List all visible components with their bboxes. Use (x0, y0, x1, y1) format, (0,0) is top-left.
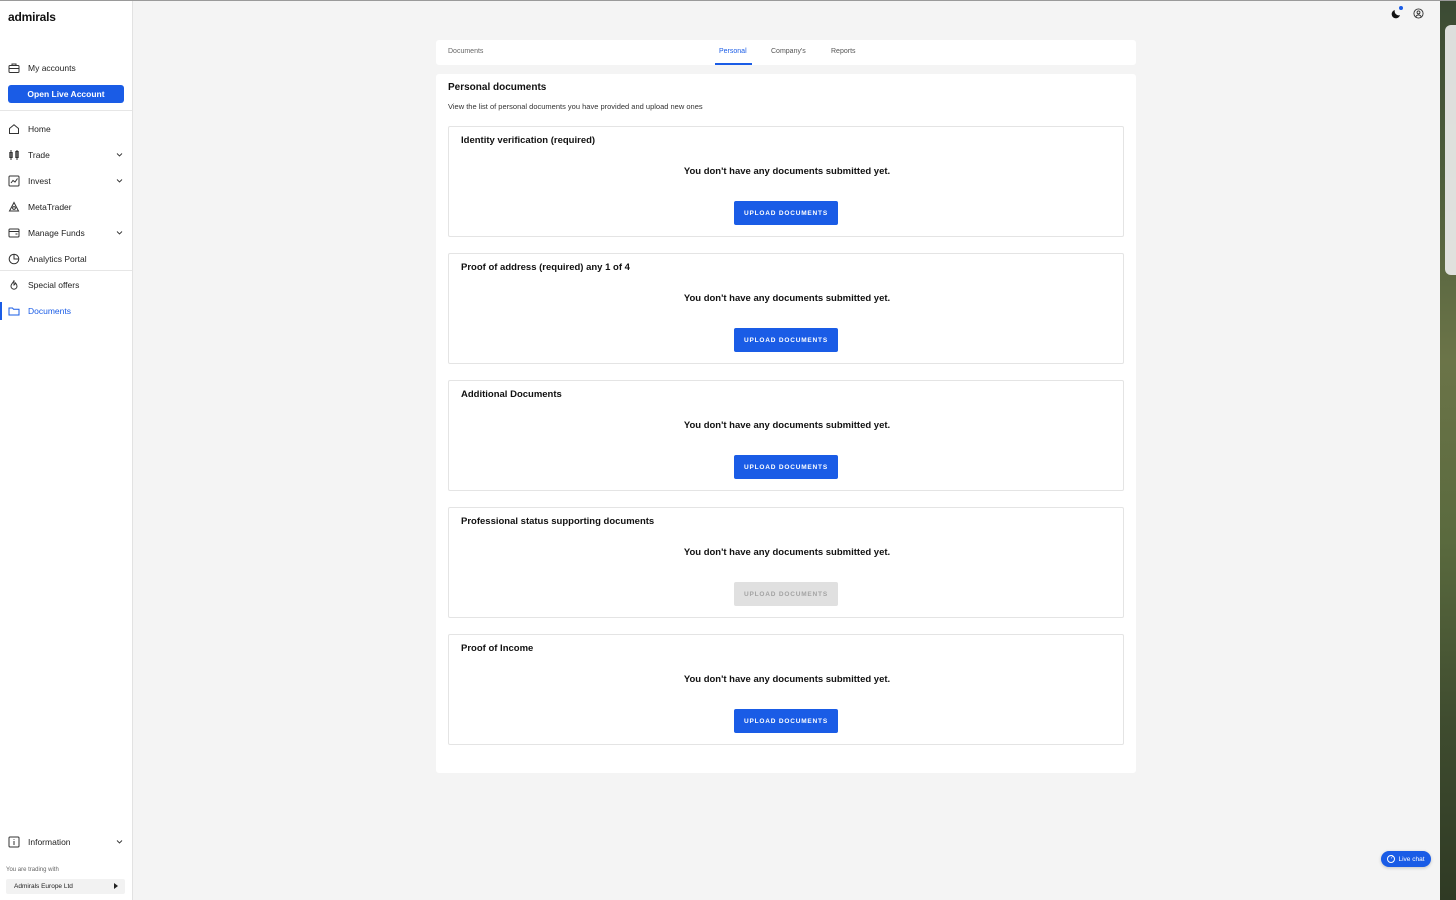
background-window-edge (1440, 1, 1456, 900)
upload-documents-button[interactable]: UPLOAD DOCUMENTS (734, 709, 838, 733)
sidebar-item-my-accounts[interactable]: My accounts (0, 57, 132, 79)
sidebar-item-metatrader[interactable]: MetaTrader (0, 196, 132, 218)
notification-dot (1399, 6, 1403, 10)
doc-card-identity-verification: Identity verification (required) You don… (448, 126, 1124, 237)
empty-state-message: You don't have any documents submitted y… (683, 547, 891, 558)
sidebar-item-label: My accounts (28, 63, 76, 73)
brand-logo[interactable]: admirals (8, 10, 56, 24)
trend-chart-icon (8, 175, 20, 187)
sidebar: admirals My accounts Open Live Account H… (0, 1, 133, 900)
sidebar-item-label: Information (28, 837, 71, 847)
upload-documents-button[interactable]: UPLOAD DOCUMENTS (734, 328, 838, 352)
trading-with-label: You are trading with (6, 867, 59, 873)
personal-documents-panel: Personal documents View the list of pers… (436, 74, 1136, 773)
open-live-account-button[interactable]: Open Live Account (8, 85, 124, 103)
card-title: Proof of address (required) any 1 of 4 (461, 262, 630, 273)
sidebar-item-label: Special offers (28, 280, 80, 290)
help-icon: ? (1387, 855, 1396, 863)
chevron-down-icon[interactable] (116, 177, 123, 184)
tab-reports[interactable]: Reports (831, 48, 856, 55)
empty-state-message: You don't have any documents submitted y… (683, 166, 891, 177)
sidebar-item-trade[interactable]: Trade (0, 144, 132, 166)
sidebar-item-label: Trade (28, 150, 50, 160)
tab-personal[interactable]: Personal (719, 48, 747, 55)
doc-card-additional-documents: Additional Documents You don't have any … (448, 380, 1124, 491)
sidebar-item-analytics-portal[interactable]: Analytics Portal (0, 248, 132, 270)
folder-icon (8, 305, 20, 317)
chevron-down-icon[interactable] (116, 838, 123, 845)
card-title: Identity verification (required) (461, 135, 596, 146)
empty-state-message: You don't have any documents submitted y… (683, 674, 891, 685)
sidebar-item-label: Analytics Portal (28, 254, 87, 264)
empty-state-message: You don't have any documents submitted y… (683, 420, 891, 431)
sidebar-item-label: Documents (28, 306, 71, 316)
live-chat-button[interactable]: ? Live chat (1381, 851, 1431, 867)
card-title: Proof of Income (461, 643, 534, 654)
page-title: Personal documents (448, 82, 547, 93)
sidebar-item-invest[interactable]: Invest (0, 170, 132, 192)
sidebar-item-documents[interactable]: Documents (0, 300, 132, 322)
sidebar-item-label: Home (28, 124, 51, 134)
tab-companys[interactable]: Company's (771, 48, 806, 55)
document-tabs-bar: Documents Personal Company's Reports (436, 40, 1136, 65)
home-icon (8, 123, 20, 135)
sidebar-item-special-offers[interactable]: Special offers (0, 274, 132, 296)
upload-documents-button[interactable]: UPLOAD DOCUMENTS (734, 201, 838, 225)
chevron-down-icon[interactable] (116, 151, 123, 158)
metatrader-icon (8, 201, 20, 213)
sidebar-item-label: MetaTrader (28, 202, 72, 212)
doc-card-professional-status: Professional status supporting documents… (448, 507, 1124, 618)
upload-documents-button-disabled: UPLOAD DOCUMENTS (734, 582, 838, 606)
card-title: Professional status supporting documents (461, 516, 655, 527)
chevron-down-icon[interactable] (116, 229, 123, 236)
sidebar-item-information[interactable]: Information (0, 831, 132, 853)
sidebar-divider (0, 110, 132, 111)
sidebar-divider (0, 270, 132, 271)
sidebar-item-manage-funds[interactable]: Manage Funds (0, 222, 132, 244)
window-top-border (0, 0, 1456, 1)
user-profile-icon[interactable] (1413, 8, 1424, 19)
empty-state-message: You don't have any documents submitted y… (683, 293, 891, 304)
pie-chart-icon (8, 253, 20, 265)
wallet-icon (8, 227, 20, 239)
entity-name: Admirals Europe Ltd (14, 883, 73, 890)
sidebar-item-label: Manage Funds (28, 228, 85, 238)
sidebar-item-label: Invest (28, 176, 51, 186)
caret-right-icon (114, 883, 118, 889)
doc-card-proof-of-address: Proof of address (required) any 1 of 4 Y… (448, 253, 1124, 364)
entity-selector[interactable]: Admirals Europe Ltd (6, 879, 125, 894)
breadcrumb[interactable]: Documents (448, 48, 483, 55)
candlestick-icon (8, 149, 20, 161)
sidebar-item-home[interactable]: Home (0, 118, 132, 140)
doc-card-proof-of-income: Proof of Income You don't have any docum… (448, 634, 1124, 745)
background-window-panel (1445, 25, 1456, 275)
briefcase-icon (8, 62, 20, 74)
info-icon (8, 836, 20, 848)
card-title: Additional Documents (461, 389, 562, 400)
active-tab-indicator (715, 63, 752, 65)
page-subtitle: View the list of personal documents you … (448, 102, 703, 111)
live-chat-label: Live chat (1398, 855, 1425, 863)
flame-icon (8, 279, 20, 291)
upload-documents-button[interactable]: UPLOAD DOCUMENTS (734, 455, 838, 479)
